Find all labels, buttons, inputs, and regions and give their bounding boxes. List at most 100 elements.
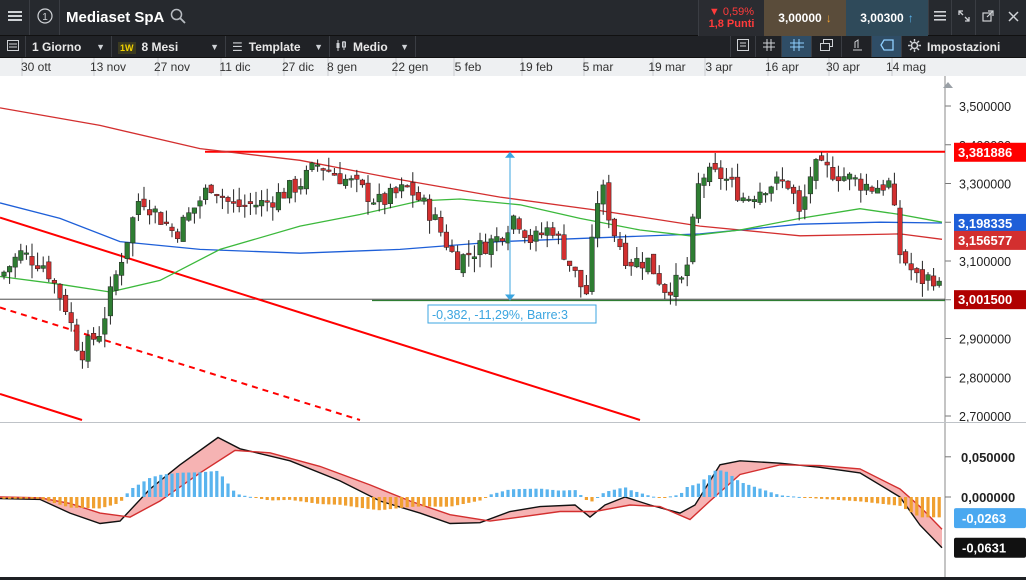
candle-up <box>813 159 819 181</box>
x-tick-label: 30 ott <box>21 60 52 74</box>
candle-up <box>852 177 858 180</box>
candle-down <box>264 200 270 203</box>
template-select[interactable]: ☰ Template ▼ <box>226 36 330 57</box>
crosshair-button[interactable] <box>782 36 812 57</box>
histogram-bar <box>551 489 555 497</box>
expand-icon <box>957 10 970 25</box>
options-button[interactable] <box>928 0 952 35</box>
candle-up <box>376 193 382 203</box>
histogram-bar <box>808 497 812 498</box>
tag-icon <box>879 39 894 54</box>
chevron-down-icon: ▼ <box>210 41 219 52</box>
histogram-bar <box>355 497 359 508</box>
candle-down <box>931 275 937 287</box>
candle-down <box>572 266 578 271</box>
candle-down <box>606 182 612 221</box>
histogram-bar <box>97 497 101 509</box>
candle-down <box>242 204 248 207</box>
histogram-bar <box>232 490 236 497</box>
histogram-bar <box>388 497 392 510</box>
data-table-button[interactable] <box>730 36 756 57</box>
info-button[interactable]: 1 <box>30 0 60 35</box>
histogram-bar <box>691 485 695 497</box>
histogram-bar <box>500 491 504 497</box>
chart-style-select[interactable]: Medio ▼ <box>330 36 416 57</box>
settings-button[interactable]: Impostazioni <box>902 36 1026 57</box>
candle-up <box>309 162 315 170</box>
drawing-tool-icon <box>851 39 863 54</box>
sell-button[interactable]: 3,00000 ↓ <box>764 0 846 36</box>
grid-icon <box>762 39 775 54</box>
candle-down <box>449 245 455 252</box>
histogram-bar <box>400 497 404 508</box>
histogram-bar <box>30 497 34 499</box>
chart-area[interactable]: 30 ott 13 nov 27 nov 11 dic 27 dic 8 gen 22 ge… <box>0 58 1026 577</box>
menu-lines-icon <box>934 10 946 25</box>
candle-up <box>180 216 186 242</box>
histogram-bar <box>769 492 773 497</box>
histogram-bar <box>601 493 605 497</box>
candle-down <box>331 173 337 176</box>
candle-down <box>57 283 63 299</box>
histogram-bar <box>484 497 488 498</box>
table-icon <box>737 39 749 54</box>
histogram-bar <box>915 497 919 516</box>
candle-up <box>460 254 466 274</box>
histogram-bar <box>226 483 230 497</box>
candle-up <box>544 227 550 236</box>
histogram-bar <box>108 497 112 506</box>
candle-up <box>684 264 690 276</box>
price-chart[interactable]: 30 ott 13 nov 27 nov 11 dic 27 dic 8 gen 22 ge… <box>0 58 1026 577</box>
candle-up <box>847 173 853 180</box>
candle-down <box>68 312 74 324</box>
histogram-bar <box>13 497 17 499</box>
histogram-bar <box>321 497 325 505</box>
x-tick-label: 11 dic <box>219 60 250 74</box>
histogram-bar <box>932 497 936 518</box>
histogram-bar <box>19 497 23 499</box>
grid-button[interactable] <box>756 36 782 57</box>
histogram-bar <box>668 496 672 498</box>
chevron-down-icon: ▼ <box>400 41 409 52</box>
histogram-bar <box>792 496 796 498</box>
candle-down <box>46 261 52 280</box>
histogram-bar <box>75 497 79 508</box>
interval-select[interactable]: 1 Giorno ▼ <box>26 36 112 57</box>
buy-button[interactable]: 3,00300 ↑ <box>846 0 928 36</box>
candle-up <box>203 187 209 200</box>
candle-up <box>399 184 405 192</box>
layers-button[interactable] <box>812 36 842 57</box>
price-change: ▼ 0,59% 1,8 Punti <box>698 0 764 36</box>
histogram-bar <box>663 497 667 498</box>
candle-up <box>135 201 141 215</box>
histogram-bar <box>220 476 224 497</box>
drawing-button[interactable] <box>842 36 872 57</box>
alert-tag-button[interactable] <box>872 36 902 57</box>
candle-down <box>35 265 41 270</box>
close-button[interactable] <box>1000 0 1026 35</box>
menu-button[interactable] <box>0 0 30 35</box>
candle-up <box>371 202 377 205</box>
histogram-bar <box>590 497 594 502</box>
histogram-bar <box>92 497 96 509</box>
candle-down <box>175 231 181 240</box>
x-tick-label: 5 mar <box>583 60 614 74</box>
histogram-bar <box>383 497 387 510</box>
histogram-bar <box>394 497 398 509</box>
expand-button[interactable] <box>952 0 976 35</box>
candle-up <box>695 183 701 219</box>
search-icon[interactable] <box>170 8 186 27</box>
histogram-bar <box>836 497 840 500</box>
histogram-bar <box>47 497 51 502</box>
candle-up <box>432 214 438 220</box>
chart-list-button[interactable] <box>0 36 26 57</box>
range-select[interactable]: 1W 8 Mesi ▼ <box>112 36 226 57</box>
candle-up <box>387 187 393 204</box>
chart-style-value: Medio <box>353 39 388 54</box>
candle-up <box>886 180 892 188</box>
candle-down <box>583 285 589 295</box>
histogram-bar <box>120 497 124 501</box>
svg-text:1: 1 <box>42 12 48 23</box>
popout-button[interactable] <box>976 0 1000 35</box>
histogram-bar <box>640 493 644 497</box>
